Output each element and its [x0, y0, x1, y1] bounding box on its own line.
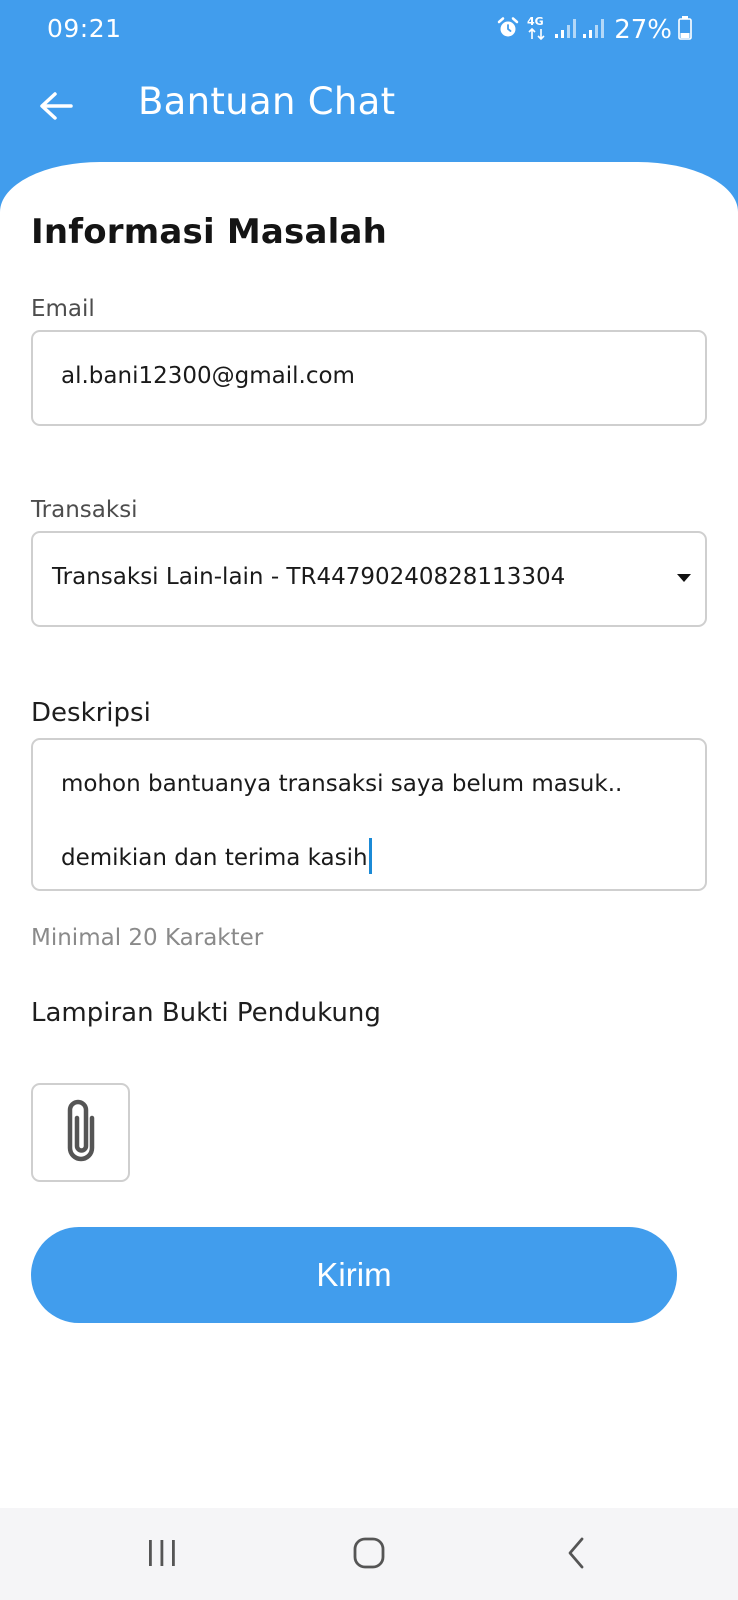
system-back-button[interactable]	[546, 1530, 606, 1580]
email-label: Email	[31, 296, 95, 322]
home-icon	[352, 1536, 386, 1574]
battery-percent: 27%	[614, 15, 672, 45]
signal-icon	[554, 17, 577, 43]
app-bar: Bantuan Chat	[0, 62, 738, 160]
recent-apps-button[interactable]	[132, 1530, 192, 1580]
recent-apps-icon	[145, 1538, 179, 1572]
attach-file-button[interactable]	[31, 1083, 130, 1182]
description-label: Deskripsi	[31, 698, 151, 728]
battery-icon	[678, 16, 692, 44]
transaction-dropdown[interactable]: Transaksi Lain-lain - TR4479024082811330…	[31, 531, 707, 627]
back-button[interactable]	[34, 86, 78, 130]
email-value: al.bani12300@gmail.com	[61, 363, 355, 389]
text-cursor	[368, 838, 372, 874]
home-button[interactable]	[339, 1530, 399, 1580]
description-line: mohon bantuanya transaksi saya belum mas…	[61, 771, 623, 797]
svg-text:4G: 4G	[527, 15, 544, 28]
dropdown-caret-icon	[677, 574, 691, 582]
section-title: Informasi Masalah	[31, 212, 388, 252]
submit-button[interactable]: Kirim	[31, 1227, 677, 1323]
paperclip-icon	[58, 1096, 104, 1170]
transaction-selected-value: Transaksi Lain-lain - TR4479024082811330…	[52, 564, 566, 590]
description-textarea[interactable]: mohon bantuanya transaksi saya belum mas…	[31, 738, 707, 891]
description-line-with-cursor: demikian dan terima kasih	[61, 838, 372, 874]
form-card: Informasi Masalah Email al.bani12300@gma…	[0, 162, 738, 1508]
transaction-label: Transaksi	[31, 497, 138, 523]
signal-icon	[582, 17, 605, 43]
back-icon	[564, 1536, 588, 1574]
system-nav-bar	[0, 1508, 738, 1600]
description-helper-text: Minimal 20 Karakter	[31, 925, 264, 951]
alarm-icon	[496, 16, 520, 44]
page-title: Bantuan Chat	[138, 80, 396, 123]
email-field[interactable]: al.bani12300@gmail.com	[31, 330, 707, 426]
description-line: demikian dan terima kasih	[61, 845, 368, 871]
status-icons: 4G 27%	[496, 14, 692, 46]
network-4g-icon: 4G	[526, 14, 548, 46]
arrow-left-icon	[39, 91, 73, 125]
status-time: 09:21	[47, 14, 122, 43]
attachment-label: Lampiran Bukti Pendukung	[31, 998, 381, 1028]
status-bar: 09:21 4G 27%	[0, 0, 738, 62]
